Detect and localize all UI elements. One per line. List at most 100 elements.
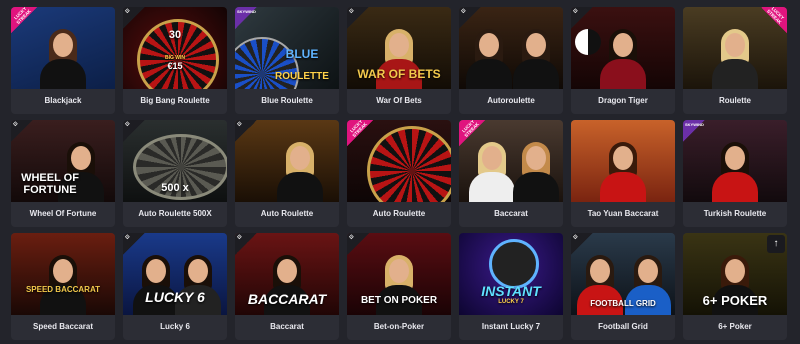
art-title: SPEED BACCARAT bbox=[25, 285, 101, 294]
game-card-autoroulette[interactable]: ⟐ Autoroulette bbox=[459, 7, 563, 114]
game-thumbnail: ⟐ bbox=[459, 7, 563, 89]
game-thumbnail: ⟐ WHEEL OF FORTUNE bbox=[11, 120, 115, 202]
game-title: Autoroulette bbox=[487, 96, 535, 105]
game-title: Instant Lucky 7 bbox=[481, 322, 541, 331]
provider-icon: ⟐ bbox=[347, 233, 369, 255]
game-thumbnail: SKYWIND BLUE ROULETTE bbox=[235, 7, 339, 89]
game-thumbnail: LUCKY STREAK bbox=[347, 120, 451, 202]
game-title: Football Grid bbox=[598, 322, 648, 331]
game-title: Big Bang Roulette bbox=[140, 96, 210, 105]
game-card-big-bang-roulette[interactable]: ⟐ 30 BIG WIN €15 Big Bang Roulette bbox=[123, 7, 227, 114]
game-card-blackjack[interactable]: LUCKY STREAK Blackjack bbox=[11, 7, 115, 114]
provider-icon: ⟐ bbox=[571, 233, 593, 255]
dealer-image bbox=[275, 142, 325, 202]
game-title: Roulette bbox=[719, 96, 751, 105]
game-thumbnail: ⟐ WAR OF BETS bbox=[347, 7, 451, 89]
dealer-image bbox=[464, 29, 514, 89]
game-thumbnail: ⟐ bbox=[571, 7, 675, 89]
game-title: Baccarat bbox=[494, 209, 528, 218]
game-title: Baccarat bbox=[270, 322, 304, 331]
provider-badge: SKYWIND bbox=[235, 7, 257, 29]
wheel-number: 30 bbox=[168, 29, 182, 41]
provider-icon: ⟐ bbox=[459, 7, 481, 29]
dealer-image bbox=[598, 29, 648, 89]
lucky-streak-ribbon: LUCKY STREAK bbox=[347, 120, 373, 146]
art-title: INSTANT bbox=[481, 283, 541, 299]
dealer-image bbox=[374, 255, 424, 315]
game-thumbnail: LUCKY STREAK bbox=[459, 120, 563, 202]
game-thumbnail: ⟐ BACCARAT bbox=[235, 233, 339, 315]
game-card-football-grid[interactable]: ⟐ FOOTBALL GRID Football Grid bbox=[571, 233, 675, 340]
game-title: Turkish Roulette bbox=[703, 209, 767, 218]
provider-icon: ⟐ bbox=[235, 233, 257, 255]
game-card-auto-roulette-lucky[interactable]: LUCKY STREAK Auto Roulette bbox=[347, 120, 451, 227]
game-title: Auto Roulette 500X bbox=[138, 209, 212, 218]
art-subtitle: ROULETTE bbox=[275, 71, 329, 82]
game-title: Auto Roulette bbox=[372, 209, 426, 218]
lucky-streak-ribbon: LUCKY STREAK bbox=[761, 7, 787, 33]
game-card-6-plus-poker[interactable]: ↑ 6+ POKER 6+ Poker bbox=[683, 233, 787, 340]
game-thumbnail: SPEED BACCARAT bbox=[11, 233, 115, 315]
art-title: 500 x bbox=[161, 182, 189, 194]
art-title: BLUE bbox=[285, 47, 319, 61]
lucky-streak-ribbon: LUCKY STREAK bbox=[11, 7, 37, 33]
provider-icon: ⟐ bbox=[123, 120, 145, 142]
game-card-war-of-bets[interactable]: ⟐ WAR OF BETS War Of Bets bbox=[347, 7, 451, 114]
art-title: WHEEL OF FORTUNE bbox=[21, 172, 79, 196]
dealer-image bbox=[38, 29, 88, 89]
game-card-blue-roulette[interactable]: SKYWIND BLUE ROULETTE Blue Roulette bbox=[235, 7, 339, 114]
provider-icon: ⟐ bbox=[571, 7, 593, 29]
game-thumbnail bbox=[571, 120, 675, 202]
dealer-image bbox=[511, 142, 561, 202]
game-card-speed-baccarat[interactable]: SPEED BACCARAT Speed Baccarat bbox=[11, 233, 115, 340]
game-card-bet-on-poker[interactable]: ⟐ BET ON POKER Bet-on-Poker bbox=[347, 233, 451, 340]
game-title: Auto Roulette bbox=[260, 209, 314, 218]
game-title: War Of Bets bbox=[376, 96, 422, 105]
game-thumbnail: ⟐ LUCKY 6 bbox=[123, 233, 227, 315]
game-thumbnail: ⟐ bbox=[235, 120, 339, 202]
game-card-tao-yuan-baccarat[interactable]: Tao Yuan Baccarat bbox=[571, 120, 675, 227]
provider-icon: ⟐ bbox=[123, 233, 145, 255]
game-card-auto-roulette-500x[interactable]: ⟐ 500 x Auto Roulette 500X bbox=[123, 120, 227, 227]
game-card-lucky-6[interactable]: ⟐ LUCKY 6 Lucky 6 bbox=[123, 233, 227, 340]
game-title: Blackjack bbox=[44, 96, 82, 105]
bingo-machine-icon bbox=[489, 239, 539, 289]
game-grid: LUCKY STREAK Blackjack ⟐ 30 BIG WIN €15 … bbox=[11, 7, 787, 340]
dealer-image bbox=[511, 29, 561, 89]
game-title: Tao Yuan Baccarat bbox=[587, 209, 659, 218]
art-subtitle: LUCKY 7 bbox=[498, 299, 524, 305]
game-thumbnail: LUCKY STREAK bbox=[11, 7, 115, 89]
game-title: Dragon Tiger bbox=[598, 96, 648, 105]
dealer-image bbox=[710, 142, 760, 202]
game-thumbnail: ⟐ 500 x bbox=[123, 120, 227, 202]
scroll-to-top-button[interactable]: ↑ bbox=[767, 235, 785, 253]
game-title: Bet-on-Poker bbox=[373, 322, 425, 331]
game-thumbnail: ⟐ FOOTBALL GRID bbox=[571, 233, 675, 315]
game-card-roulette[interactable]: LUCKY STREAK Roulette bbox=[683, 7, 787, 114]
game-thumbnail: ⟐ 30 BIG WIN €15 bbox=[123, 7, 227, 89]
roulette-wheel-icon bbox=[367, 126, 451, 202]
game-thumbnail: ⟐ BET ON POKER bbox=[347, 233, 451, 315]
provider-icon: ⟐ bbox=[347, 7, 369, 29]
dealer-image bbox=[467, 142, 517, 202]
game-card-auto-roulette[interactable]: ⟐ Auto Roulette bbox=[235, 120, 339, 227]
game-card-baccarat-2[interactable]: ⟐ BACCARAT Baccarat bbox=[235, 233, 339, 340]
art-title: 6+ POKER bbox=[702, 293, 768, 308]
game-card-dragon-tiger[interactable]: ⟐ Dragon Tiger bbox=[571, 7, 675, 114]
provider-icon: ⟐ bbox=[235, 120, 257, 142]
game-title: Blue Roulette bbox=[261, 96, 313, 105]
dealer-image bbox=[598, 142, 648, 202]
art-title: LUCKY 6 bbox=[145, 289, 205, 305]
game-title: Wheel Of Fortune bbox=[29, 209, 97, 218]
game-title: 6+ Poker bbox=[718, 322, 752, 331]
game-thumbnail: SKYWIND bbox=[683, 120, 787, 202]
provider-icon: ⟐ bbox=[123, 7, 145, 29]
dealer-image bbox=[173, 255, 223, 315]
win-amount: €15 bbox=[167, 61, 183, 71]
art-title: BET ON POKER bbox=[360, 295, 438, 306]
game-card-turkish-roulette[interactable]: SKYWIND Turkish Roulette bbox=[683, 120, 787, 227]
game-thumbnail: LUCKY STREAK bbox=[683, 7, 787, 89]
game-card-wheel-of-fortune[interactable]: ⟐ WHEEL OF FORTUNE Wheel Of Fortune bbox=[11, 120, 115, 227]
game-card-instant-lucky-7[interactable]: INSTANT LUCKY 7 Instant Lucky 7 bbox=[459, 233, 563, 340]
game-card-baccarat[interactable]: LUCKY STREAK Baccarat bbox=[459, 120, 563, 227]
